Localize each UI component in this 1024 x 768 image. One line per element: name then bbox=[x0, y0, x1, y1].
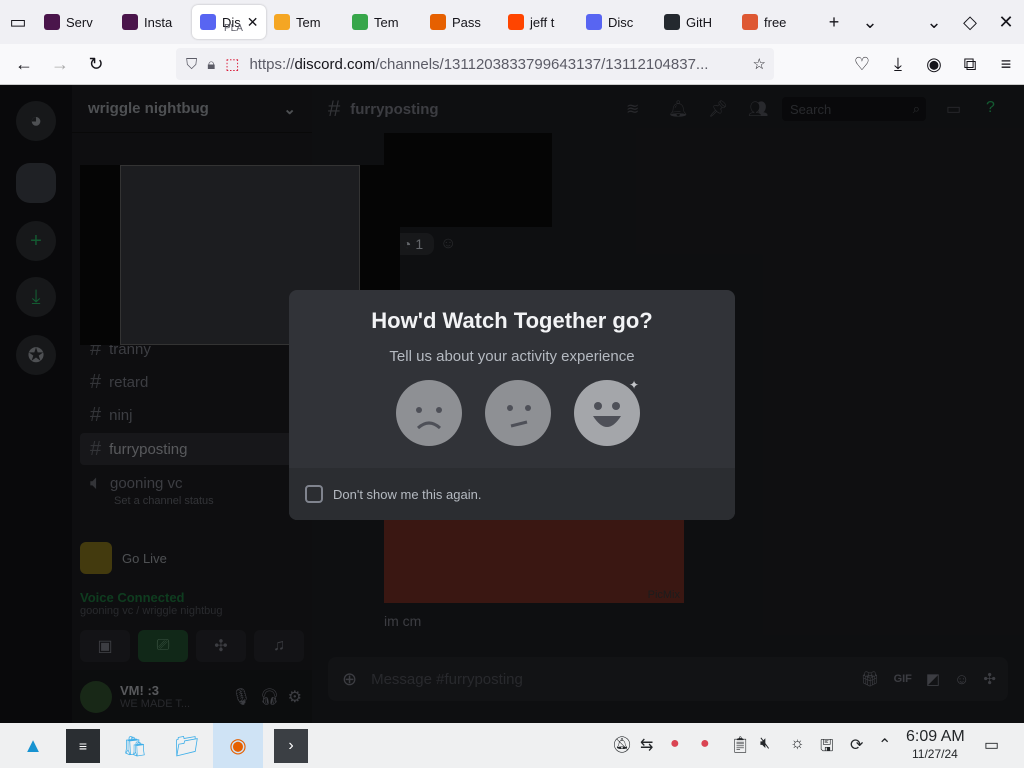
record-icon[interactable]: ● bbox=[670, 735, 680, 753]
discord-icon bbox=[200, 14, 216, 30]
record-icon-2[interactable]: ● bbox=[700, 735, 710, 753]
extensions-icon[interactable]: ⧉ bbox=[952, 46, 988, 82]
tab-list: Serv Insta Dis PLA ✕ Tem Tem Pass jeff t Disc GitH… bbox=[36, 5, 812, 39]
notifications-muted-icon[interactable]: 🔕︎ bbox=[612, 735, 632, 755]
browser-tab[interactable]: Tem bbox=[266, 5, 344, 39]
menu-icon[interactable]: ≡ bbox=[988, 46, 1024, 82]
mail-icon bbox=[274, 14, 290, 30]
tray-expand-icon[interactable]: ⌃ bbox=[878, 735, 891, 755]
browser-tab[interactable]: Pass bbox=[422, 5, 500, 39]
forward-button[interactable]: → bbox=[42, 46, 78, 82]
reddit-icon bbox=[508, 14, 524, 30]
github-icon bbox=[664, 14, 680, 30]
tab-label: Insta bbox=[144, 14, 173, 30]
browser-tab-active[interactable]: Dis PLA ✕ bbox=[192, 5, 266, 39]
neutral-face-button[interactable] bbox=[485, 380, 551, 446]
duckduckgo-icon bbox=[742, 14, 758, 30]
clipboard-icon[interactable]: 📋︎ bbox=[730, 735, 750, 755]
storage-icon[interactable]: 🖫 bbox=[820, 735, 834, 762]
arch-launcher-icon[interactable]: ▲ bbox=[16, 729, 50, 763]
browser-tab[interactable]: Serv bbox=[36, 5, 114, 39]
terminal-icon[interactable]: › bbox=[274, 729, 308, 763]
browser-tab[interactable]: free bbox=[734, 5, 812, 39]
download-icon[interactable]: ⤓ bbox=[880, 46, 916, 82]
new-tab-button[interactable]: + bbox=[816, 4, 852, 40]
tab-label: Disc bbox=[608, 14, 634, 30]
updates-icon[interactable]: ⟳ bbox=[850, 735, 863, 755]
checkbox-label[interactable]: Don't show me this again. bbox=[333, 487, 481, 502]
tab-label: Serv bbox=[66, 14, 93, 30]
tab-label: free bbox=[764, 14, 787, 30]
maximize-icon[interactable]: ◇ bbox=[952, 4, 988, 40]
browser-tab[interactable]: GitH bbox=[656, 5, 734, 39]
reload-button[interactable]: ↻ bbox=[78, 46, 114, 82]
close-window-icon[interactable]: ✕ bbox=[988, 4, 1024, 40]
neutral-face-icon bbox=[507, 405, 531, 428]
mail-icon bbox=[352, 14, 368, 30]
system-settings-icon[interactable]: ≡ bbox=[66, 729, 100, 763]
kde-connect-icon[interactable]: ⇆ bbox=[640, 735, 653, 755]
tab-label: Tem bbox=[374, 14, 399, 30]
tab-overview-icon[interactable]: ▭ bbox=[0, 4, 36, 40]
minimize-icon[interactable]: ⌄ bbox=[916, 4, 952, 40]
browser-tab[interactable]: Disc bbox=[578, 5, 656, 39]
firefox-icon bbox=[430, 14, 446, 30]
browser-tab[interactable]: Tem bbox=[344, 5, 422, 39]
taskbar: ▲ ≡ 🛍︎ 📁︎ ◉ › 🔕︎ ⇆ ● ● 📋︎ 🔇︎ ☼ 🖫 ⟳ ⌃ 6:0… bbox=[0, 723, 1024, 768]
shield-icon[interactable]: ⛉ bbox=[186, 56, 197, 73]
discover-store-icon[interactable]: 🛍︎ bbox=[118, 729, 152, 763]
modal-title: How'd Watch Together go? bbox=[371, 308, 653, 333]
tab-list-dropdown-icon[interactable]: ⌄ bbox=[852, 4, 888, 40]
firefox-taskbar-icon[interactable]: ◉ bbox=[213, 723, 263, 768]
browser-tab[interactable]: Insta bbox=[114, 5, 192, 39]
file-manager-icon[interactable]: 📁︎ bbox=[170, 729, 204, 763]
close-tab-icon[interactable]: ✕ bbox=[247, 14, 259, 31]
clock-date[interactable]: 11/27/24 bbox=[912, 747, 958, 761]
url-bar[interactable]: ⛉ 🔒︎ ⬚ https://discord.com/channels/1311… bbox=[176, 48, 774, 80]
discord-icon bbox=[586, 14, 602, 30]
modal-subtitle: Tell us about your activity experience bbox=[389, 348, 635, 365]
brightness-icon[interactable]: ☼ bbox=[790, 735, 805, 753]
sad-face-button[interactable] bbox=[396, 380, 462, 446]
tab-label: Pass bbox=[452, 14, 481, 30]
dont-show-again-checkbox[interactable] bbox=[305, 485, 323, 503]
url-path: /channels/1311203833799643137/1311210483… bbox=[375, 55, 709, 73]
slack-icon bbox=[44, 14, 60, 30]
lock-icon[interactable]: 🔒︎ bbox=[207, 56, 215, 73]
permissions-icon[interactable]: ⬚ bbox=[225, 55, 239, 73]
sad-face-icon bbox=[416, 407, 442, 430]
clock-time[interactable]: 6:09 AM bbox=[906, 728, 965, 746]
bookmark-star-icon[interactable]: ☆ bbox=[753, 55, 766, 73]
slack-icon bbox=[122, 14, 138, 30]
feedback-modal: How'd Watch Together go? Tell us about y… bbox=[289, 290, 735, 520]
tab-playing-label: PLA bbox=[224, 23, 243, 34]
tab-label: GitH bbox=[686, 14, 712, 30]
url-protocol: https:// bbox=[249, 55, 295, 73]
tab-strip: ▭ Serv Insta Dis PLA ✕ Tem Tem Pass jeff t Disc Gi… bbox=[0, 0, 1024, 44]
tab-label: Tem bbox=[296, 14, 321, 30]
show-desktop-icon[interactable]: ▭ bbox=[984, 735, 999, 755]
modal-footer: Don't show me this again. bbox=[289, 468, 735, 520]
volume-muted-icon[interactable]: 🔇︎ bbox=[760, 735, 770, 753]
url-host: discord.com bbox=[294, 55, 376, 73]
sparkle-icon: ✦ bbox=[629, 378, 640, 392]
back-button[interactable]: ← bbox=[6, 46, 42, 82]
account-icon[interactable]: ◉ bbox=[916, 46, 952, 82]
pocket-icon[interactable]: ♡ bbox=[844, 46, 880, 82]
tab-label: jeff t bbox=[530, 14, 555, 30]
browser-tab[interactable]: jeff t bbox=[500, 5, 578, 39]
